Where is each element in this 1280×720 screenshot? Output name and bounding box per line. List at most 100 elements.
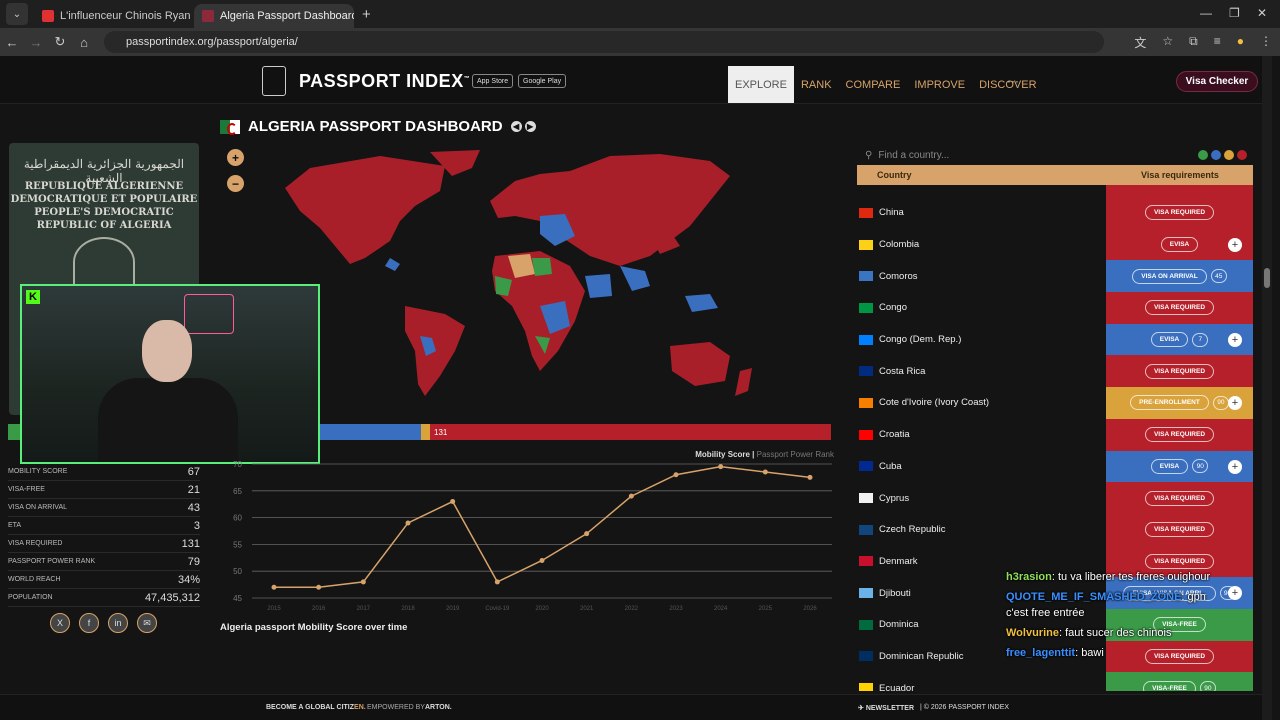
newsletter-link[interactable]: ✈ NEWSLETTER (858, 704, 914, 712)
filter-eta-dot[interactable] (1224, 150, 1234, 160)
email-share-icon[interactable]: ✉ (137, 613, 157, 633)
country-row[interactable]: Croatia VISA REQUIRED (857, 418, 1253, 451)
home-icon[interactable]: ⌂ (72, 35, 96, 50)
data-point[interactable] (673, 472, 679, 478)
profile-avatar-icon[interactable]: ● (1237, 34, 1244, 51)
country-row[interactable]: Costa Rica VISA REQUIRED (857, 355, 1253, 388)
bookmark-star-icon[interactable]: ☆ (1162, 34, 1173, 51)
nav-rank[interactable]: RANK (794, 66, 839, 103)
expand-plus-icon[interactable]: + (1228, 237, 1242, 252)
filter-visa-required-dot[interactable] (1237, 150, 1247, 160)
visa-requirement-cell[interactable]: VISA REQUIRED (1106, 197, 1253, 229)
visa-checker-button[interactable]: Visa Checker (1176, 71, 1258, 92)
country-name[interactable]: Congo (Dem. Rep.) (879, 334, 1111, 345)
country-row[interactable]: China VISA REQUIRED (857, 197, 1253, 229)
country-name[interactable]: Comoros (879, 271, 1111, 282)
country-name[interactable]: Costa Rica (879, 366, 1111, 377)
tab-search-button[interactable]: ⌄ (6, 3, 28, 25)
country-row[interactable]: Congo VISA REQUIRED (857, 292, 1253, 324)
world-map[interactable] (240, 146, 780, 406)
url-field[interactable]: passportindex.org/passport/algeria/ (104, 31, 1104, 53)
visa-requirement-cell[interactable]: EVISA 7 + (1106, 323, 1253, 356)
filter-visa-free-dot[interactable] (1198, 150, 1208, 160)
data-point[interactable] (762, 469, 768, 475)
facebook-share-icon[interactable]: f (79, 613, 99, 633)
minimize-icon[interactable]: — (1200, 6, 1212, 20)
data-point[interactable] (807, 474, 813, 480)
browser-menu-icon[interactable]: ⋮ (1260, 34, 1272, 51)
app-store-badge[interactable]: App Store (472, 74, 514, 88)
country-search-input[interactable]: ⚲ Find a country... (857, 144, 1253, 166)
visa-requirement-cell[interactable]: VISA REQUIRED (1106, 513, 1253, 546)
linkedin-share-icon[interactable]: in (108, 613, 128, 633)
reading-list-icon[interactable]: ≡ (1214, 34, 1221, 51)
col-country[interactable]: Country (877, 170, 1141, 180)
country-name[interactable]: Cuba (879, 461, 1111, 472)
expand-plus-icon[interactable]: + (1228, 396, 1242, 411)
country-row[interactable]: Cuba EVISA 90 + (857, 450, 1253, 483)
passport-logo-icon[interactable] (262, 66, 286, 96)
country-name[interactable]: Czech Republic (879, 524, 1111, 535)
data-point[interactable] (360, 579, 366, 585)
country-row[interactable]: Cote d'Ivoire (Ivory Coast) PRE-ENROLLME… (857, 387, 1253, 419)
google-play-badge[interactable]: Google Play (518, 74, 567, 88)
country-name[interactable]: Cote d'Ivoire (Ivory Coast) (879, 397, 1111, 408)
forward-icon[interactable]: → (24, 35, 48, 50)
visa-requirement-cell[interactable]: VISA REQUIRED (1106, 355, 1253, 388)
visa-requirement-cell[interactable]: EVISA + (1106, 228, 1253, 261)
data-point[interactable] (450, 499, 456, 505)
visa-requirement-cell[interactable]: EVISA 90 + (1106, 450, 1253, 483)
country-row[interactable]: Czech Republic VISA REQUIRED (857, 513, 1253, 546)
data-point[interactable] (718, 464, 724, 470)
page-scrollbar[interactable] (1262, 56, 1272, 720)
col-visa[interactable]: Visa requirements (1141, 170, 1219, 180)
nav-improve[interactable]: IMPROVE (907, 66, 972, 103)
back-icon[interactable]: ← (0, 35, 24, 50)
expand-plus-icon[interactable]: + (1228, 586, 1242, 601)
visa-requirement-cell[interactable]: VISA ON ARRIVAL 45 (1106, 260, 1253, 293)
expand-plus-icon[interactable]: + (1228, 332, 1242, 347)
scrollbar-thumb[interactable] (1264, 268, 1270, 288)
country-name[interactable]: Ecuador (879, 683, 1111, 691)
country-name[interactable]: Colombia (879, 239, 1111, 250)
data-point[interactable] (539, 557, 545, 563)
visa-requirement-cell[interactable]: VISA REQUIRED (1106, 292, 1253, 324)
filter-visa-on-arrival-dot[interactable] (1211, 150, 1221, 160)
nav-explore[interactable]: EXPLORE (728, 66, 794, 103)
restore-icon[interactable]: ❐ (1229, 6, 1240, 20)
visa-requirement-cell[interactable]: VISA REQUIRED (1106, 418, 1253, 451)
translate-icon[interactable]: 文 (1134, 34, 1146, 51)
visa-requirement-cell[interactable]: PRE-ENROLLMENT 90 + (1106, 387, 1253, 419)
prev-arrow-icon[interactable]: ◀ (510, 121, 522, 132)
browser-tab-1[interactable]: L'influenceur Chinois Ryan Che ✕ (34, 4, 194, 28)
country-name[interactable]: Denmark (879, 556, 1111, 567)
country-row[interactable]: Colombia EVISA + (857, 228, 1253, 261)
data-point[interactable] (628, 493, 634, 499)
country-name[interactable]: Congo (879, 302, 1111, 313)
site-logo[interactable]: PASSPORT INDEX™ (299, 71, 470, 92)
data-point[interactable] (584, 531, 590, 537)
country-row[interactable]: Cyprus VISA REQUIRED (857, 482, 1253, 514)
data-point[interactable] (316, 584, 322, 590)
reload-icon[interactable]: ↻ (48, 34, 72, 50)
data-point[interactable] (271, 584, 277, 590)
country-name[interactable]: China (879, 207, 1111, 218)
nav-compare[interactable]: COMPARE (839, 66, 908, 103)
visa-requirement-cell[interactable]: VISA-FREE 90 (1106, 672, 1253, 691)
next-arrow-icon[interactable]: ▶ (524, 121, 536, 132)
country-row[interactable]: Congo (Dem. Rep.) EVISA 7 + (857, 323, 1253, 356)
x-share-icon[interactable]: X (50, 613, 70, 633)
country-row[interactable]: Ecuador VISA-FREE 90 (857, 672, 1253, 691)
new-tab-button[interactable]: + (362, 6, 371, 23)
arton-link[interactable]: ARTON. (425, 704, 452, 711)
nav-more-icon[interactable]: ··· (1007, 74, 1019, 88)
data-point[interactable] (494, 579, 500, 585)
visa-requirement-cell[interactable]: VISA REQUIRED (1106, 482, 1253, 514)
country-row[interactable]: Comoros VISA ON ARRIVAL 45 (857, 260, 1253, 293)
country-name[interactable]: Cyprus (879, 493, 1111, 504)
extensions-icon[interactable]: ⧉ (1189, 34, 1198, 51)
country-name[interactable]: Croatia (879, 429, 1111, 440)
data-point[interactable] (405, 520, 411, 526)
expand-plus-icon[interactable]: + (1228, 459, 1242, 474)
close-window-icon[interactable]: ✕ (1257, 6, 1267, 20)
